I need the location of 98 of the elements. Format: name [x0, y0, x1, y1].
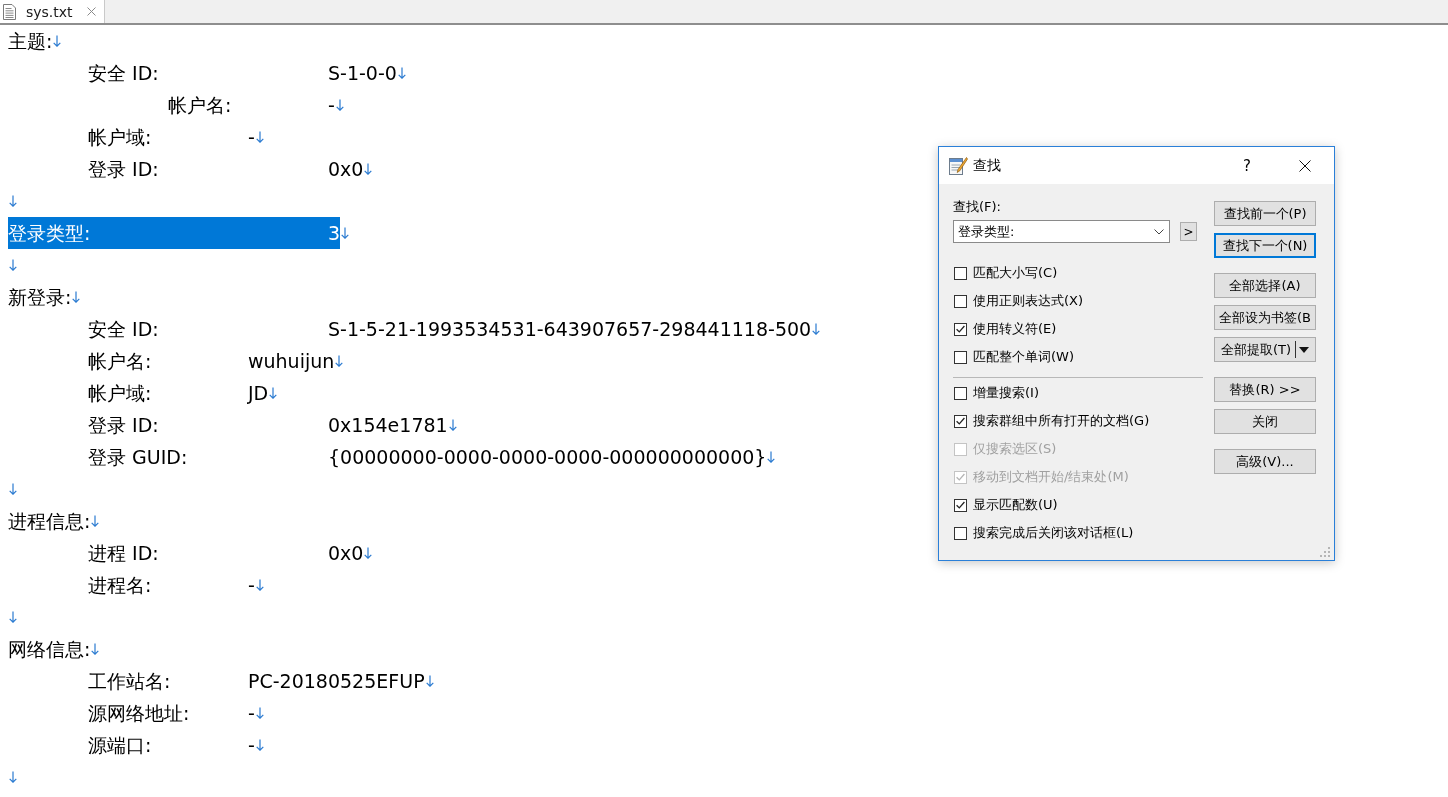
field-label: 登录 GUID:	[88, 445, 188, 469]
down-arrow-icon	[335, 99, 344, 111]
down-arrow-icon	[72, 291, 81, 303]
checkmark-icon	[956, 501, 965, 509]
dialog-button[interactable]: 全部设为书签(B	[1214, 305, 1316, 330]
split-button[interactable]: 全部提取(T)	[1214, 337, 1316, 362]
down-arrow-icon	[448, 419, 457, 431]
down-arrow-icon	[53, 35, 62, 47]
checkbox[interactable]	[954, 526, 967, 540]
checkbox[interactable]	[954, 498, 967, 512]
field-value: 0x154e1781	[328, 413, 448, 437]
section-heading: 主题:	[8, 29, 53, 53]
field-value: PC-20180525EFUP	[248, 669, 425, 693]
field-value: wuhuijun	[248, 349, 335, 373]
menu-button[interactable]: >	[1180, 222, 1197, 241]
field-value: JD	[248, 381, 269, 405]
field-label: 帐户域:	[88, 381, 152, 405]
find-combobox[interactable]: 登录类型:	[953, 220, 1170, 243]
down-arrow-icon	[364, 547, 373, 559]
checkbox-label[interactable]: 增量搜索(I)	[973, 384, 1039, 402]
field-label: 安全 ID:	[88, 317, 159, 341]
dialog-button[interactable]: 全部选择(A)	[1214, 273, 1316, 298]
find-label: 查找(F):	[953, 198, 1001, 216]
down-arrow-icon	[425, 675, 434, 687]
field-value: -	[248, 573, 255, 597]
checkbox-label[interactable]: 搜索群组中所有打开的文档(G)	[973, 412, 1150, 430]
down-arrow-icon	[397, 67, 406, 79]
field-label: 工作站名:	[88, 669, 171, 693]
checkbox-label[interactable]: 使用转义符(E)	[973, 320, 1057, 338]
checkbox-label[interactable]: 显示匹配数(U)	[973, 496, 1058, 514]
field-label: 源网络地址:	[88, 701, 190, 725]
field-label: 源端口:	[88, 733, 152, 757]
section-heading: 新登录:	[8, 285, 72, 309]
checkbox-label[interactable]: 匹配大小写(C)	[973, 264, 1058, 282]
checkmark-icon	[956, 325, 965, 333]
dialog-title: 查找	[973, 156, 1001, 175]
field-value: {00000000-0000-0000-0000-000000000000}	[328, 445, 767, 469]
down-arrow-icon	[9, 611, 17, 623]
down-arrow-icon	[255, 707, 264, 719]
field-label: 登录 ID:	[88, 413, 159, 437]
field-label: 进程 ID:	[88, 541, 159, 565]
file-tab[interactable]: sys.txt	[0, 0, 105, 23]
field-value: -	[248, 125, 255, 149]
down-arrow-icon	[341, 227, 350, 239]
dialog-button[interactable]: 高级(V)...	[1214, 449, 1316, 474]
down-arrow-icon	[255, 579, 264, 591]
checkbox[interactable]	[954, 266, 967, 280]
dialog-button[interactable]: 查找下一个(N)	[1214, 233, 1316, 258]
down-arrow-icon	[364, 163, 373, 175]
field-label: 帐户名:	[88, 349, 152, 373]
checkbox[interactable]	[954, 386, 967, 400]
field-label: 帐户名:	[168, 93, 232, 117]
field-value: 0x0	[328, 157, 364, 181]
caret-down-icon	[1299, 346, 1310, 353]
field-label: 登录 ID:	[88, 157, 159, 181]
dialog-button[interactable]: 查找前一个(P)	[1214, 201, 1316, 226]
close-icon[interactable]	[1299, 159, 1311, 172]
checkbox[interactable]	[954, 414, 967, 428]
down-arrow-icon	[91, 515, 100, 527]
field-label: 进程名:	[88, 573, 152, 597]
checkbox[interactable]	[954, 322, 967, 336]
chevron-down-icon	[1154, 228, 1164, 235]
resize-grip-icon[interactable]	[1320, 547, 1330, 557]
field-label: 登录类型:	[8, 221, 91, 245]
field-label: 安全 ID:	[88, 61, 159, 85]
field-value: -	[248, 733, 255, 757]
section-heading: 网络信息:	[8, 637, 91, 661]
notepad-icon	[948, 155, 968, 176]
down-arrow-icon	[91, 643, 100, 655]
checkbox-label[interactable]: 搜索完成后关闭该对话框(L)	[973, 524, 1134, 542]
checkbox[interactable]	[954, 350, 967, 364]
section-heading: 进程信息:	[8, 509, 91, 533]
down-arrow-icon	[9, 483, 17, 495]
checkbox-label[interactable]: 使用正则表达式(X)	[973, 292, 1084, 310]
help-button[interactable]: ?	[1239, 155, 1255, 176]
field-value: 0x0	[328, 541, 364, 565]
document-icon	[3, 3, 16, 20]
dialog-button[interactable]: 替换(R) >>	[1214, 377, 1316, 402]
down-arrow-icon	[255, 739, 264, 751]
field-value: S-1-0-0	[328, 61, 397, 85]
down-arrow-icon	[812, 323, 821, 335]
down-arrow-icon	[269, 387, 278, 399]
field-value: -	[248, 701, 255, 725]
checkmark-icon	[956, 417, 965, 425]
field-label: 帐户域:	[88, 125, 152, 149]
checkbox[interactable]	[954, 294, 967, 308]
down-arrow-icon	[255, 131, 264, 143]
checkbox-label[interactable]: 匹配整个单词(W)	[973, 348, 1074, 366]
field-value: -	[328, 93, 335, 117]
down-arrow-icon	[335, 355, 344, 367]
down-arrow-icon	[9, 259, 17, 271]
dialog-button[interactable]: 关闭	[1214, 409, 1316, 434]
down-arrow-icon	[9, 195, 17, 207]
checkmark-icon	[956, 473, 965, 481]
field-value: 3	[328, 221, 341, 245]
field-value: S-1-5-21-1993534531-643907657-298441118-500	[328, 317, 812, 341]
down-arrow-icon	[767, 451, 776, 463]
down-arrow-icon	[9, 771, 17, 783]
